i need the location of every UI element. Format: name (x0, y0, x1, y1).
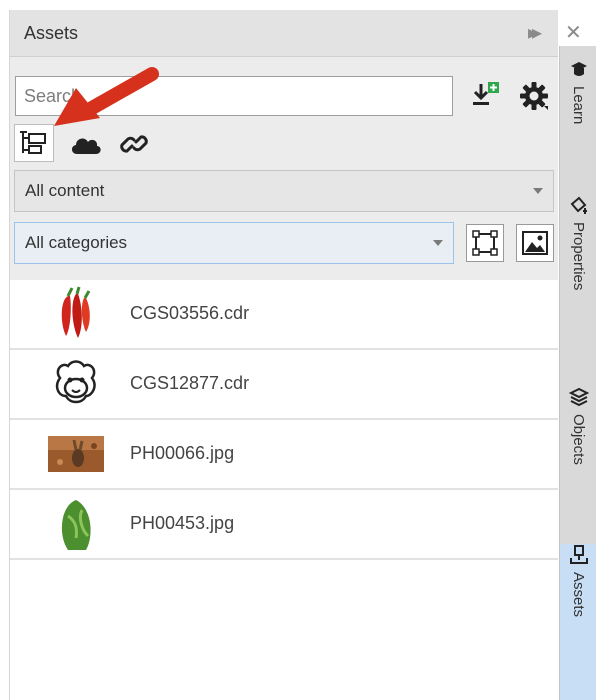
callout-arrow-icon (54, 67, 159, 126)
